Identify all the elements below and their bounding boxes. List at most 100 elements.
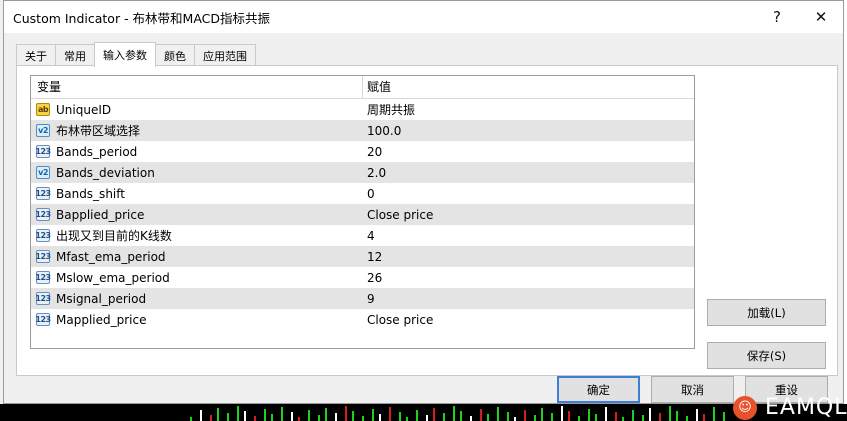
chart-bar: [416, 410, 418, 421]
parameter-value[interactable]: 12: [363, 250, 382, 264]
chart-bar: [362, 416, 364, 421]
tab-colors[interactable]: 颜色: [155, 44, 195, 66]
parameter-name: UniqueID: [56, 102, 112, 117]
parameter-row[interactable]: ab UniqueID 周期共振: [31, 99, 694, 120]
chart-bar: [595, 414, 597, 421]
chart-bar: [632, 410, 634, 421]
chart-bar: [379, 414, 381, 421]
parameter-value[interactable]: 周期共振: [363, 101, 415, 118]
integer-type-icon: 123: [35, 229, 51, 242]
chart-bar: [190, 417, 192, 421]
chart-bar: [507, 412, 509, 421]
parameter-row[interactable]: 123 Bapplied_price Close price: [31, 204, 694, 225]
parameter-value[interactable]: Close price: [363, 313, 433, 327]
parameter-row[interactable]: 123 Mslow_ema_period 26: [31, 267, 694, 288]
chart-bar: [210, 415, 212, 421]
chart-bar: [561, 406, 563, 421]
chart-bar: [649, 408, 651, 421]
eamql-watermark: ☺ EAMQL: [733, 394, 847, 421]
chart-bar: [551, 413, 553, 421]
watermark-text: EAMQL: [765, 395, 847, 420]
chart-bar: [703, 414, 705, 421]
background-chart-strip: [0, 404, 847, 421]
parameter-name-cell: 123 Bands_shift: [31, 183, 363, 204]
parameter-name-cell: 123 Msignal_period: [31, 288, 363, 309]
parameter-name-cell: 123 Mfast_ema_period: [31, 246, 363, 267]
chart-bar: [298, 417, 300, 421]
tab-inputs[interactable]: 输入参数: [94, 42, 156, 67]
chart-bar: [568, 411, 570, 421]
integer-type-icon: 123: [35, 208, 51, 221]
chart-bar: [642, 415, 644, 421]
parameter-value[interactable]: 2.0: [363, 166, 386, 180]
parameter-value[interactable]: 26: [363, 271, 382, 285]
integer-type-icon: 123: [35, 145, 51, 158]
parameter-name-cell: 123 Mslow_ema_period: [31, 267, 363, 288]
parameter-row[interactable]: 123 Mapplied_price Close price: [31, 309, 694, 330]
chart-bar: [541, 408, 543, 421]
save-button[interactable]: 保存(S): [707, 342, 826, 369]
close-button[interactable]: ✕: [799, 1, 843, 33]
chart-bar: [497, 407, 499, 421]
parameter-value[interactable]: Close price: [363, 208, 433, 222]
chart-bar: [686, 416, 688, 421]
parameter-value[interactable]: 20: [363, 145, 382, 159]
integer-type-icon: 123: [35, 292, 51, 305]
custom-indicator-dialog: Custom Indicator - 布林带和MACD指标共振 ? ✕ 关于 常…: [3, 0, 844, 404]
parameter-name-cell: 123 出现又到目前的K线数: [31, 225, 363, 246]
parameter-row[interactable]: 123 Mfast_ema_period 12: [31, 246, 694, 267]
help-button[interactable]: ?: [755, 1, 799, 33]
tab-visualization[interactable]: 应用范围: [194, 44, 256, 66]
integer-type-icon: 123: [35, 187, 51, 200]
chart-bar: [335, 413, 337, 421]
tab-about[interactable]: 关于: [16, 44, 56, 66]
chart-bar: [534, 415, 536, 421]
chart-bar: [460, 411, 462, 421]
parameter-row[interactable]: 123 Bands_shift 0: [31, 183, 694, 204]
chart-bar: [227, 413, 229, 421]
tab-common[interactable]: 常用: [55, 44, 95, 66]
column-header-value[interactable]: 赋值: [363, 76, 391, 98]
chart-bar: [723, 412, 725, 421]
parameter-name: Bapplied_price: [56, 207, 145, 222]
parameter-name-cell: v2 Bands_deviation: [31, 162, 363, 183]
parameter-name-cell: v2 布林带区域选择: [31, 120, 363, 141]
ok-button[interactable]: 确定: [557, 376, 640, 403]
parameter-value[interactable]: 0: [363, 187, 375, 201]
chart-bar: [345, 406, 347, 421]
window-title: Custom Indicator - 布林带和MACD指标共振: [13, 10, 271, 26]
parameter-row[interactable]: v2 布林带区域选择 100.0: [31, 120, 694, 141]
parameter-row[interactable]: 123 Bands_period 20: [31, 141, 694, 162]
cancel-button[interactable]: 取消: [651, 376, 734, 403]
parameter-row[interactable]: v2 Bands_deviation 2.0: [31, 162, 694, 183]
parameter-name: Mfast_ema_period: [56, 249, 166, 264]
chart-bar: [264, 409, 266, 421]
parameter-value[interactable]: 100.0: [363, 124, 401, 138]
parameter-row[interactable]: 123 Msignal_period 9: [31, 288, 694, 309]
integer-type-icon: 123: [35, 250, 51, 263]
chart-bar: [669, 406, 671, 421]
chart-bar: [443, 413, 445, 421]
parameter-name-cell: ab UniqueID: [31, 99, 363, 120]
parameter-name: Bands_period: [56, 144, 138, 159]
parameter-name: 布林带区域选择: [56, 124, 141, 138]
load-button[interactable]: 加载(L): [707, 299, 826, 326]
chart-bar: [453, 406, 455, 421]
chart-bar: [480, 409, 482, 421]
chart-bar: [271, 414, 273, 421]
chart-bar: [281, 407, 283, 421]
parameter-value[interactable]: 9: [363, 292, 375, 306]
chart-bar: [433, 408, 435, 421]
parameter-name-cell: 123 Bands_period: [31, 141, 363, 162]
chart-bar: [325, 408, 327, 421]
integer-type-icon: 123: [35, 313, 51, 326]
chart-bar: [406, 417, 408, 421]
parameter-row[interactable]: 123 出现又到目前的K线数 4: [31, 225, 694, 246]
chart-bar: [291, 412, 293, 421]
chart-bar: [308, 410, 310, 421]
chart-bar: [588, 409, 590, 421]
string-type-icon: ab: [36, 103, 50, 116]
double-type-icon: v2: [36, 166, 50, 179]
parameter-value[interactable]: 4: [363, 229, 375, 243]
column-header-variable[interactable]: 变量: [31, 76, 363, 98]
